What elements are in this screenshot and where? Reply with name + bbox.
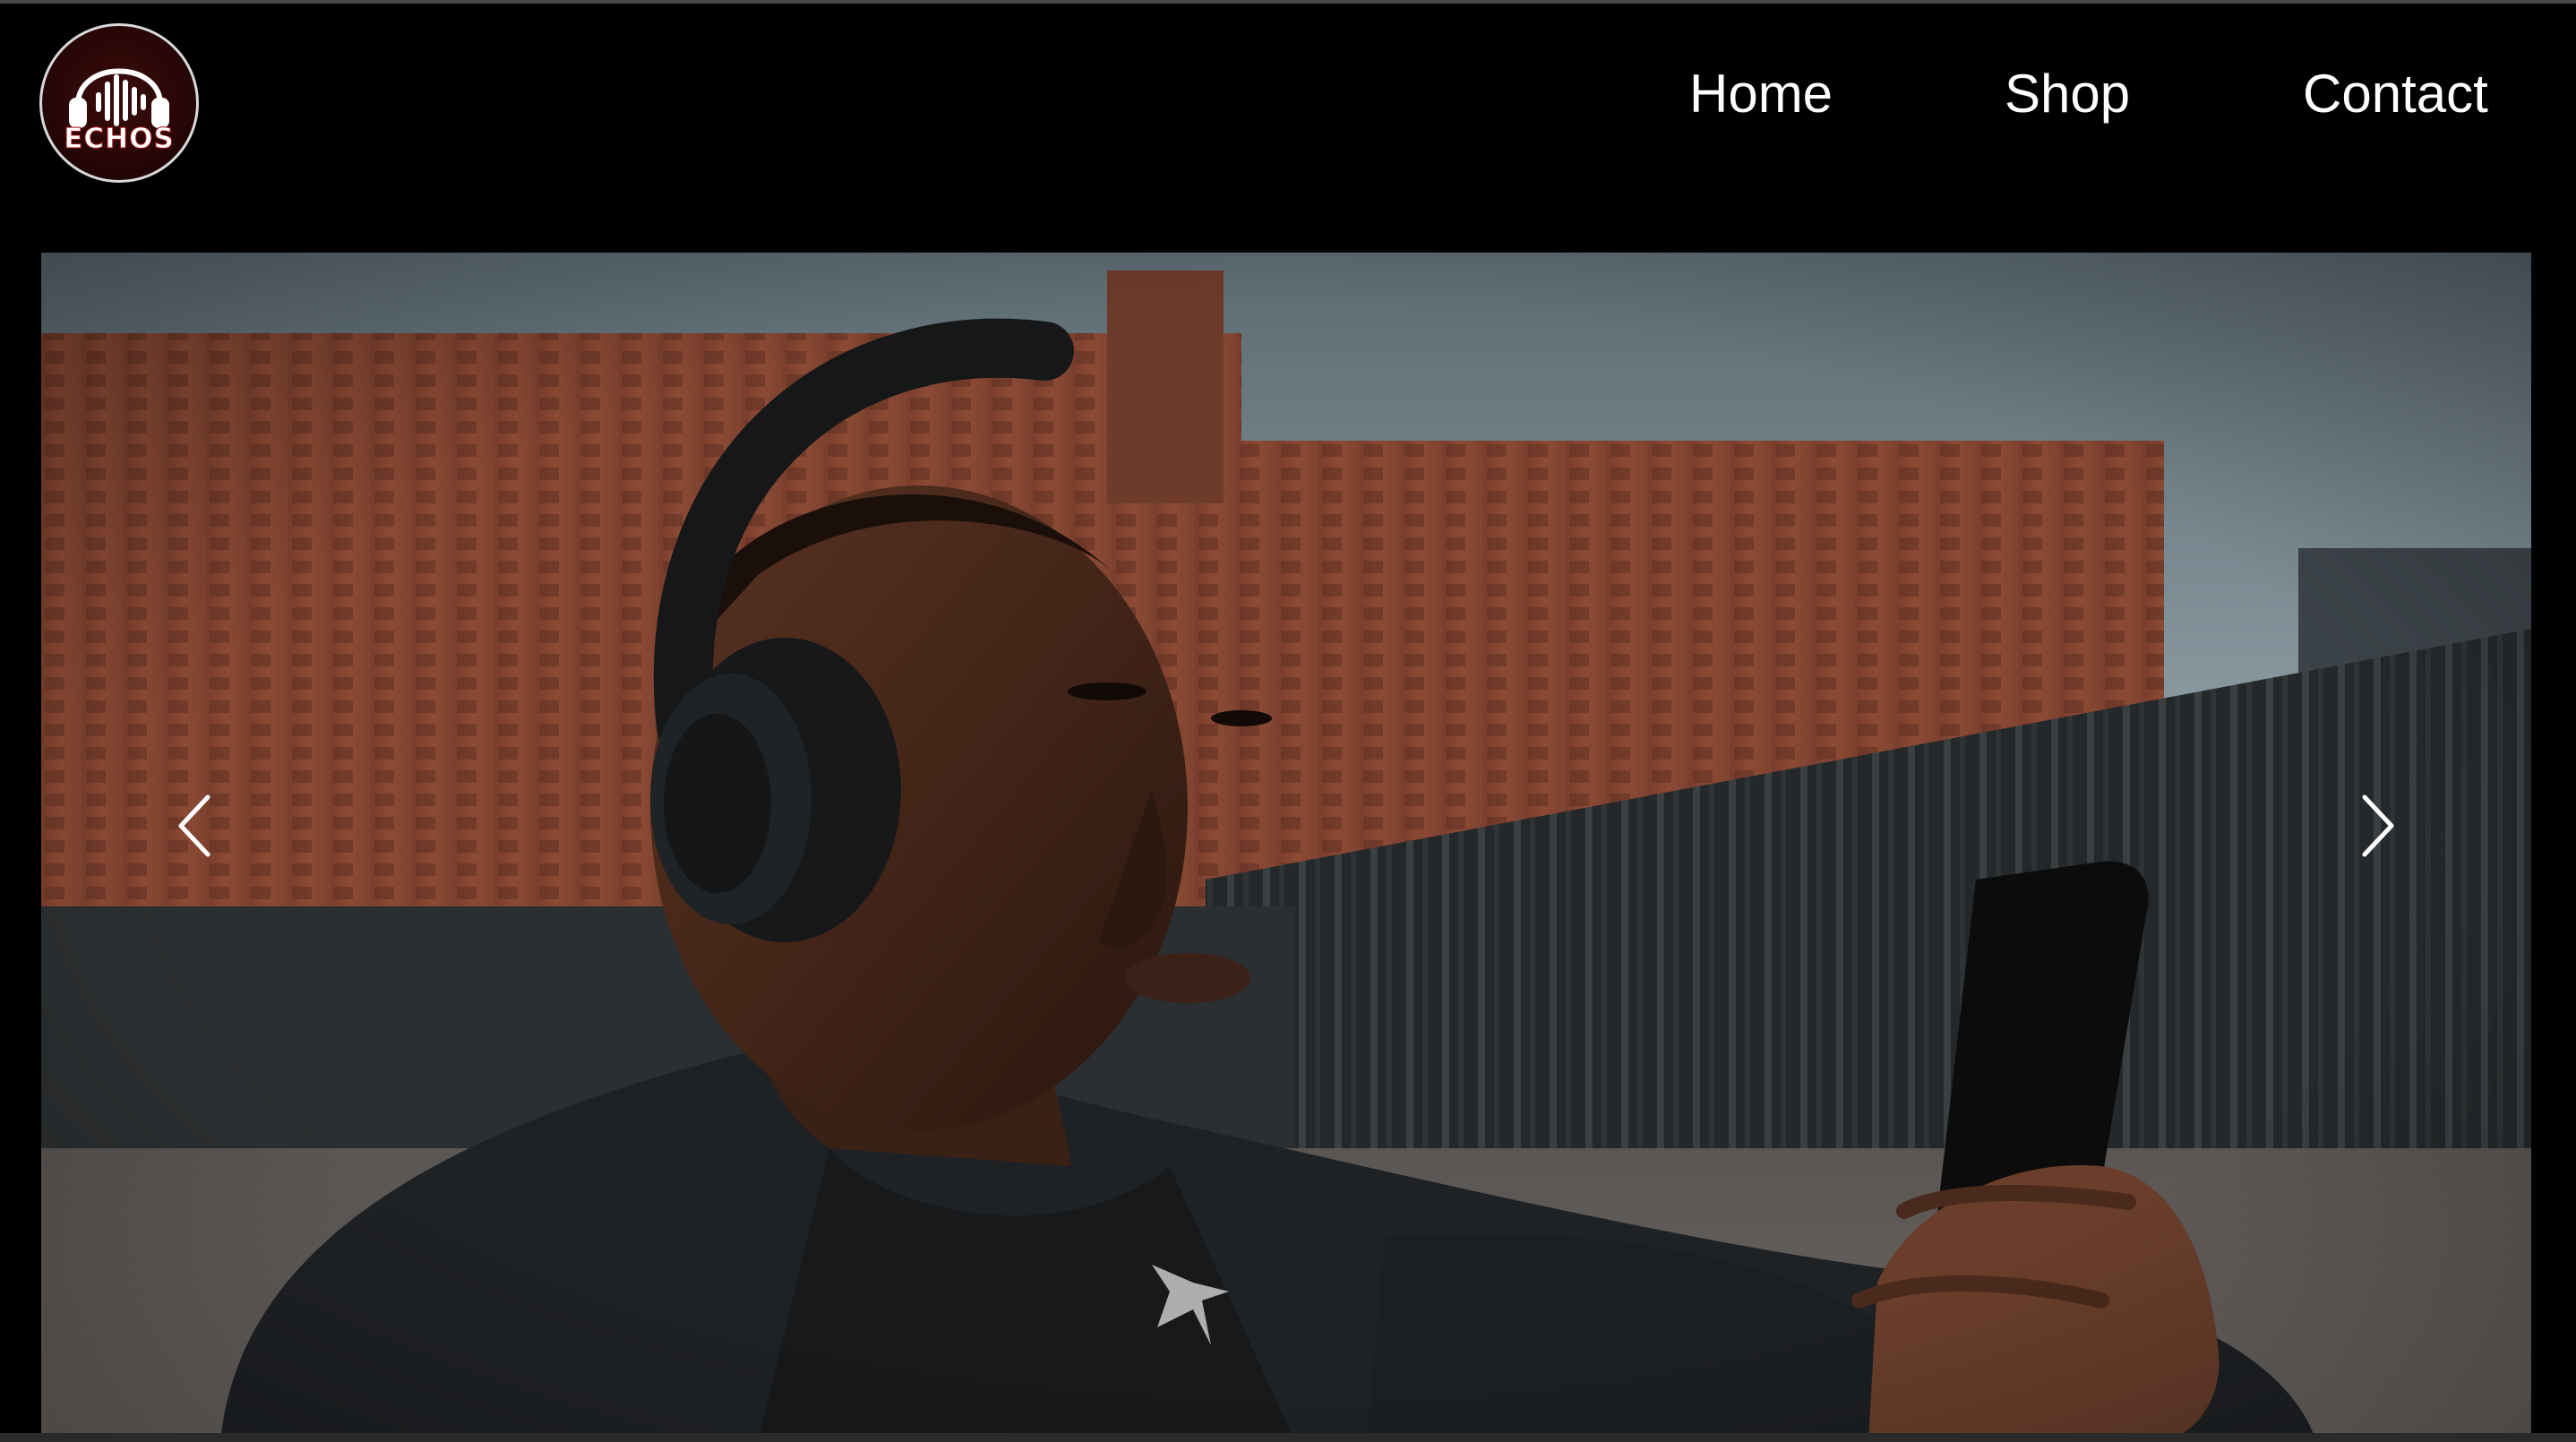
chevron-left-icon [178, 794, 210, 857]
brand-logo[interactable]: ECHOS [39, 23, 199, 183]
nav-link-home[interactable]: Home [1689, 63, 1833, 125]
carousel-prev-button[interactable] [140, 754, 247, 897]
bottom-edge [0, 1433, 2576, 1442]
chevron-right-icon [2362, 794, 2394, 857]
carousel-slide-image [41, 253, 2531, 1442]
nav-link-contact[interactable]: Contact [2303, 63, 2488, 125]
navbar: ECHOS Home Shop Contact [0, 4, 2576, 251]
brand-logo-text: ECHOS [64, 123, 175, 156]
carousel-next-button[interactable] [2325, 754, 2433, 897]
nav-link-shop[interactable]: Shop [2005, 63, 2130, 125]
headphones-soundwave-icon [69, 68, 169, 128]
hero-carousel [41, 253, 2531, 1442]
